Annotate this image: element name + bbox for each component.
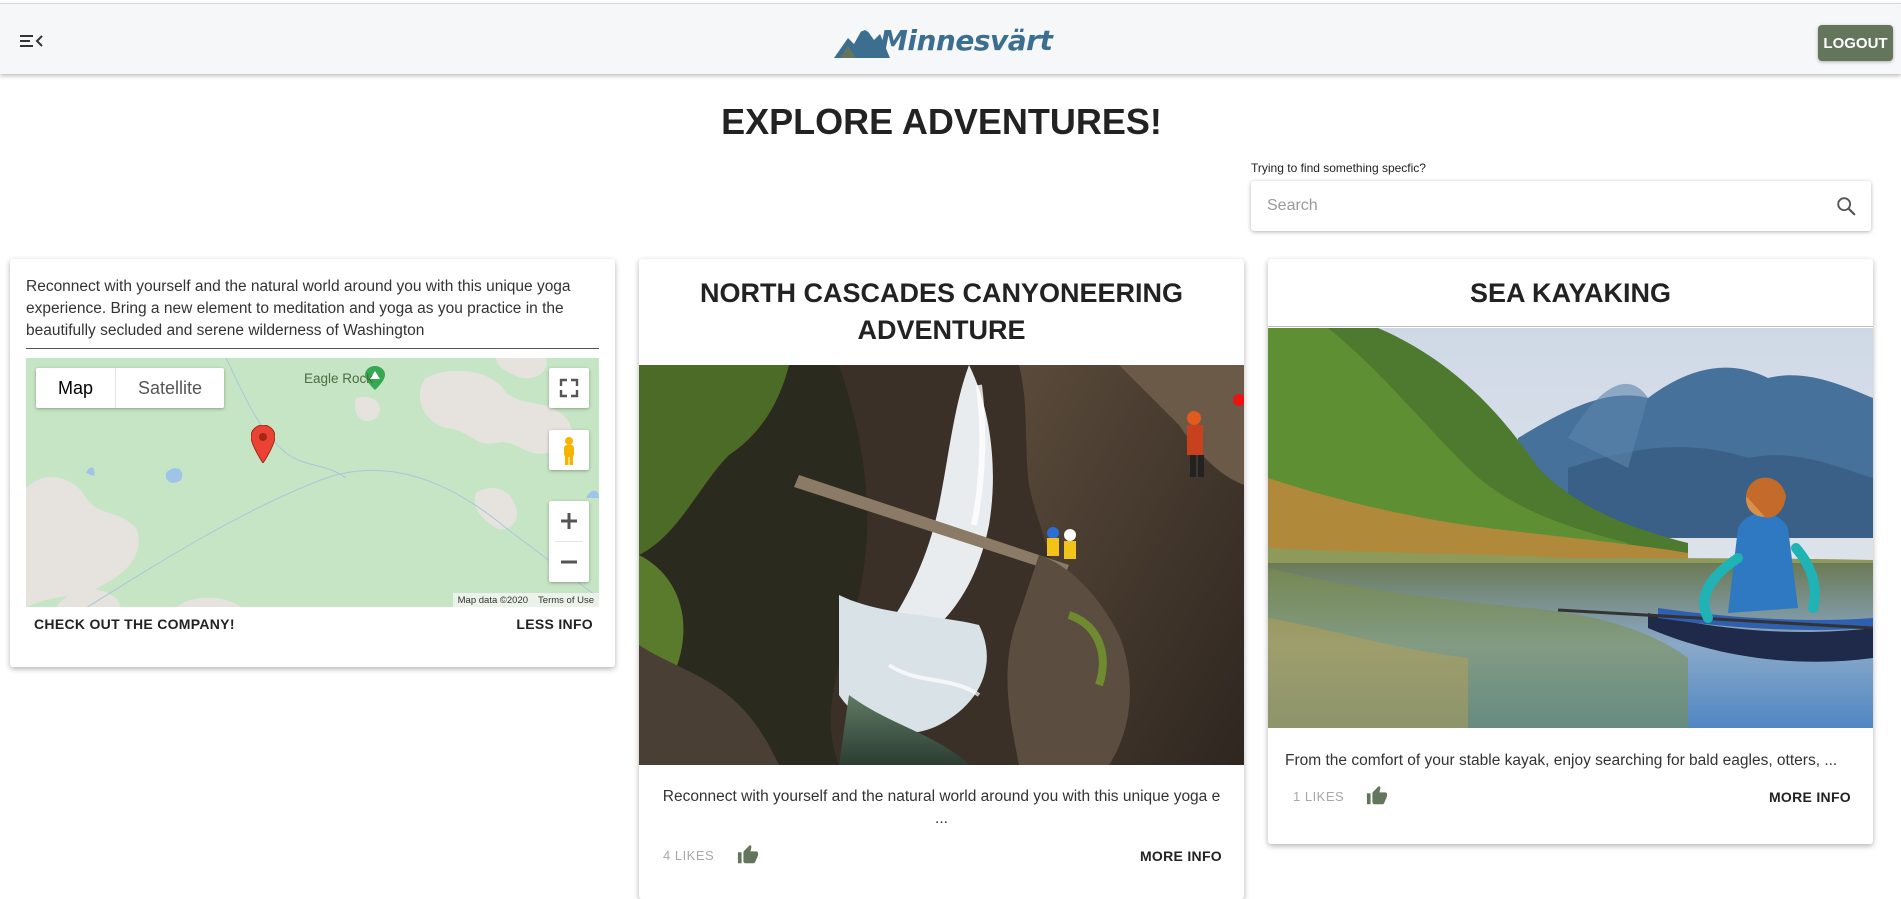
card-excerpt: Reconnect with yourself and the natural … [662, 788, 1221, 827]
zoom-controls [549, 501, 589, 582]
map-footer: Map data ©2020 Terms of Use [452, 593, 599, 607]
search-icon[interactable] [1835, 195, 1857, 217]
card-actions: CHECK OUT THE COMPANY! LESS INFO [10, 616, 615, 646]
more-info-button[interactable]: MORE INFO [1140, 848, 1222, 864]
thumb-up-icon[interactable] [1366, 785, 1388, 807]
map-type-satellite[interactable]: Satellite [116, 368, 224, 408]
map-type-toggle: Map Satellite [36, 368, 225, 408]
adventure-card-canyoneering: NORTH CASCADES CANYONEERING ADVENTURE Re… [639, 259, 1244, 899]
canyoneering-photo [639, 365, 1244, 765]
search-box [1251, 181, 1871, 231]
logout-button[interactable]: LOGOUT [1818, 25, 1893, 61]
map-marker-icon[interactable] [251, 425, 275, 463]
page-title: EXPLORE ADVENTURES! [721, 101, 1162, 142]
search-input[interactable] [1251, 181, 1791, 231]
search-hint: Trying to find something specfic? [1251, 161, 1426, 175]
sea-kayaking-photo [1268, 328, 1873, 728]
map-place-label: Eagle Rock [304, 371, 374, 386]
card-title: SEA KAYAKING [1268, 275, 1873, 327]
menu-collapse-icon[interactable] [20, 30, 46, 52]
search-section: Trying to find something specfic? [1251, 161, 1871, 231]
adventure-card-sea-kayaking: SEA KAYAKING From the comfort of your st… [1268, 259, 1873, 844]
zoom-in-icon[interactable] [549, 501, 589, 541]
likes-count: 1 LIKES [1293, 789, 1345, 804]
brand-logo-text: Minnesvärt [880, 24, 1053, 57]
card-title: NORTH CASCADES CANYONEERING ADVENTURE [699, 278, 1184, 345]
top-app-bar: Minnesvärt LOGOUT [0, 3, 1901, 74]
adventure-card-yoga-expanded: Reconnect with yourself and the natural … [10, 259, 615, 667]
map-terms-link[interactable]: Terms of Use [538, 595, 594, 606]
check-out-company-button[interactable]: CHECK OUT THE COMPANY! [34, 616, 235, 632]
map-data-credit: Map data ©2020 [457, 594, 529, 606]
card-description: Reconnect with yourself and the natural … [26, 276, 599, 349]
more-info-button[interactable]: MORE INFO [1769, 789, 1851, 805]
brand-logo[interactable]: Minnesvärt [834, 16, 1053, 62]
location-map[interactable]: Map Satellite Eagle Rock Map data ©2020 … [26, 358, 599, 607]
street-view-pegman-icon[interactable] [549, 430, 589, 470]
fullscreen-icon[interactable] [549, 368, 589, 408]
card-excerpt: From the comfort of your stable kayak, e… [1285, 752, 1838, 769]
likes-count: 4 LIKES [663, 848, 715, 863]
map-type-map[interactable]: Map [36, 368, 117, 408]
thumb-up-icon[interactable] [737, 844, 759, 866]
zoom-out-icon[interactable] [549, 542, 589, 582]
less-info-button[interactable]: LESS INFO [516, 616, 593, 632]
